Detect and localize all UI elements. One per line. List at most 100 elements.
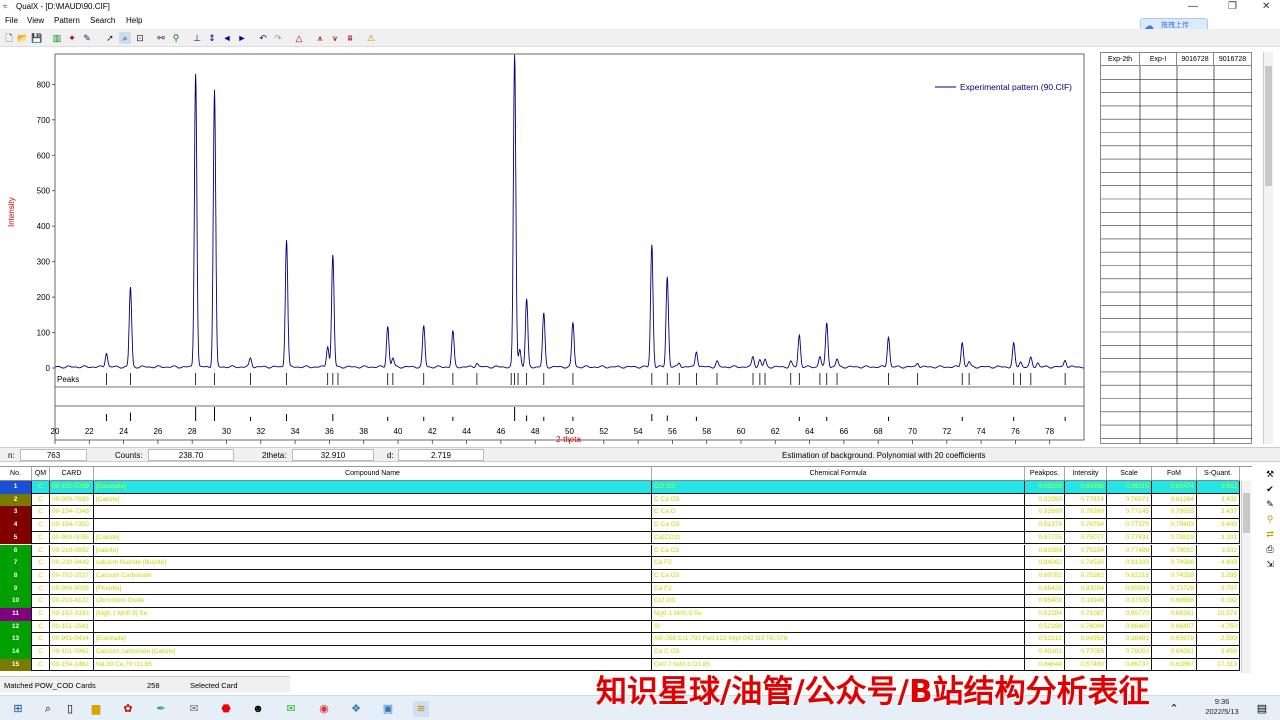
col-scale[interactable]: Scale xyxy=(1107,467,1152,481)
arrow-right-icon[interactable]: ► xyxy=(236,32,248,44)
col-intensity[interactable]: Intensity xyxy=(1065,467,1107,481)
pattern-chart-svg[interactable]: 0 100 200 300 400 500 600 700 800 20 22 24 26 28 30 32… xyxy=(0,47,1098,447)
undo-icon[interactable]: ↶ xyxy=(257,32,269,44)
results-table[interactable]: No. QM CARD Compound Name Chemical Formu… xyxy=(0,466,1252,673)
warning-icon[interactable]: ⚠ xyxy=(365,32,377,44)
col-squant[interactable]: S-Quant. xyxy=(1197,467,1240,481)
zoom-icon[interactable]: ⌕ xyxy=(119,32,131,44)
app-mail-icon[interactable]: ✉ xyxy=(186,701,202,717)
restore-icon[interactable]: ❐ xyxy=(1228,1,1237,12)
table-row[interactable]: 12 C 00-151-2541 Si 0.52198 0.76004 0.96460 0.6… xyxy=(0,620,1249,634)
col-qm[interactable]: QM xyxy=(32,467,50,481)
table-row[interactable]: 13 C 00-901-0434 [Eskolaite] Al0.058 Cr1.792… xyxy=(0,633,1249,647)
ref-col-exp-2th[interactable]: Exp-2th xyxy=(1101,53,1140,66)
axis-icon[interactable]: ⊥ xyxy=(191,32,203,44)
results-scroll-thumb[interactable] xyxy=(1243,493,1250,533)
table-row[interactable]: 7 C 00-230-0449 calcium fluoride [fluorite]… xyxy=(0,557,1249,570)
stop-icon[interactable]: ⬣ xyxy=(218,701,234,717)
ref-col-card-1[interactable]: 9016728 xyxy=(1177,53,1214,66)
table-row[interactable]: 3 C 00-154-7348 C Ca O 0.92699 0.78260 0.77145… xyxy=(0,506,1249,520)
pointer-icon[interactable]: ➚ xyxy=(104,32,116,44)
export-icon[interactable]: ⇲ xyxy=(1264,558,1276,570)
checkmark-icon[interactable]: ✔ xyxy=(1264,483,1276,495)
x-tick-label: 66 xyxy=(839,427,848,436)
new-file-icon[interactable]: 🗋 xyxy=(3,32,15,44)
close-icon[interactable]: ✕ xyxy=(1262,1,1270,12)
cell-formula: C Ca O3 xyxy=(652,544,1025,558)
app-red-icon[interactable]: ✿ xyxy=(120,701,136,717)
app-photo-icon[interactable]: ▣ xyxy=(380,701,396,717)
reference-table[interactable]: Exp-2th Exp-I 9016728 9016728 xyxy=(1100,52,1252,444)
table-row[interactable]: 9 C 00-900-9005 [Fluorite] Ca F2 0.85425 0.832… xyxy=(0,582,1249,596)
menu-help[interactable]: Help xyxy=(126,16,142,25)
search-card-icon[interactable]: ⚲ xyxy=(1264,513,1276,525)
search-db-icon[interactable]: ⚲ xyxy=(170,32,182,44)
table-row[interactable]: 5 C 00-900-0095 [Calcite] Ca(CO3) 0.87725 0.75… xyxy=(0,531,1249,545)
x-tick-label: 28 xyxy=(188,427,197,436)
taskbar-clock[interactable]: 9:36 2022/5/13 xyxy=(1196,697,1248,717)
peak-fit-icon[interactable]: ⩛ xyxy=(329,32,341,44)
redo-icon[interactable]: ↷ xyxy=(272,32,284,44)
theta-value: 32.910 xyxy=(292,449,374,461)
print-icon[interactable]: ⎙ xyxy=(1264,543,1276,555)
table-row[interactable]: 8 C 00-702-2027 Calcium Carbonate C Ca O3 0.6… xyxy=(0,569,1249,583)
app-blue-icon[interactable]: ❖ xyxy=(348,701,364,717)
ref-scroll-thumb[interactable] xyxy=(1265,66,1272,186)
chrome-icon[interactable]: ◉ xyxy=(316,701,332,717)
compare-icon[interactable]: ⇄ xyxy=(1264,528,1276,540)
cell-formula: Al0.058 Cr1.792 Fe0.122 Mg0.042 O3 Ti0.0… xyxy=(652,633,1025,647)
col-compound-name[interactable]: Compound Name xyxy=(94,467,652,481)
minimize-icon[interactable]: — xyxy=(1188,1,1198,12)
binoculars-icon[interactable]: ⚯ xyxy=(155,32,167,44)
open-folder-icon[interactable]: 📂 xyxy=(17,32,29,44)
ref-table-scrollbar[interactable] xyxy=(1263,52,1273,444)
tray-chevron-icon[interactable]: ⌃ xyxy=(1166,701,1182,717)
up-down-arrows-icon[interactable]: ⇕ xyxy=(206,32,218,44)
cell-card: 00-900-9005 xyxy=(50,582,94,596)
results-scrollbar[interactable] xyxy=(1241,481,1251,673)
menu-view[interactable]: View xyxy=(27,16,44,25)
table-row[interactable]: 1 C 00-101-5789 [Eskolaite] Cr2 O3 0.93329 0.8… xyxy=(0,481,1249,494)
table-row[interactable]: 10 C 00-210-4122 Chromium Oxide Cr2 O3 0.9540… xyxy=(0,595,1249,608)
info-bar: n: 763 Counts: 238.70 2theta: 32.910 d: … xyxy=(0,447,1280,462)
y-tick-label: 200 xyxy=(37,293,51,302)
qualx-taskbar-icon[interactable]: ≋ xyxy=(413,701,429,717)
tools-icon[interactable]: ⚒ xyxy=(1264,468,1276,480)
triangle-icon[interactable]: △ xyxy=(293,32,305,44)
wechat-icon[interactable]: ✉ xyxy=(283,701,299,717)
counts-value: 238.70 xyxy=(148,449,234,461)
task-view-icon[interactable]: ▯ xyxy=(62,701,78,717)
notification-icon[interactable]: ▤ xyxy=(1254,701,1270,717)
table-row[interactable]: 2 C 00-900-7689 [Calcite] C Ca O3 0.92950 0.77… xyxy=(0,493,1249,507)
col-peakpos[interactable]: Peakpos. xyxy=(1025,467,1065,481)
menu-search[interactable]: Search xyxy=(90,16,115,25)
file-explorer-icon[interactable]: ▆ xyxy=(88,701,104,717)
menu-pattern[interactable]: Pattern xyxy=(54,16,80,25)
arrow-left-icon[interactable]: ◄ xyxy=(221,32,233,44)
table-row[interactable]: 11 C 00-152-3393 [Mg0.1 Mn0.9] Se Mg0.1 Mn0.… xyxy=(0,608,1249,621)
peak-search-icon[interactable]: ✦ xyxy=(66,32,78,44)
col-no[interactable]: No. xyxy=(0,467,32,481)
qq-icon[interactable]: ☻ xyxy=(250,701,266,717)
peak-marker-icon[interactable]: ⩚ xyxy=(314,32,326,44)
menu-file[interactable]: File xyxy=(5,16,18,25)
edit-card-icon[interactable]: ✎ xyxy=(1264,498,1276,510)
search-icon[interactable]: ⌕ xyxy=(40,701,56,717)
n-value: 763 xyxy=(20,449,87,461)
chart-import-icon[interactable]: ▥ xyxy=(51,32,63,44)
table-row[interactable]: 4 C 00-154-7350 C Ca O3 0.91374 0.78754 0.7737… xyxy=(0,519,1249,532)
save-icon[interactable]: 💾 xyxy=(31,32,43,44)
windows-start-icon[interactable]: ⊞ xyxy=(10,701,26,717)
app-feather-icon[interactable]: ✒ xyxy=(153,701,169,717)
col-chemical-formula[interactable]: Chemical Formula xyxy=(652,467,1025,481)
col-fom[interactable]: FoM xyxy=(1152,467,1197,481)
edit-icon[interactable]: ✎ xyxy=(81,32,93,44)
zoom-fit-icon[interactable]: ⊡ xyxy=(134,32,146,44)
col-card[interactable]: CARD xyxy=(50,467,94,481)
ref-col-exp-i[interactable]: Exp-I xyxy=(1140,53,1177,66)
peaks-multi-icon[interactable]: ⩩ xyxy=(344,32,356,44)
table-row[interactable]: 14 C 00-101-0962 Calcium carbonate [Calcite… xyxy=(0,646,1249,659)
table-row[interactable]: 6 C 00-210-0992 [calcite] C Ca O3 0.83389 0.75… xyxy=(0,544,1249,558)
ref-col-card-2[interactable]: 9016728 xyxy=(1214,53,1252,66)
pattern-plot[interactable]: 0 100 200 300 400 500 600 700 800 20 22 24 26 28 30 32… xyxy=(0,47,1098,447)
